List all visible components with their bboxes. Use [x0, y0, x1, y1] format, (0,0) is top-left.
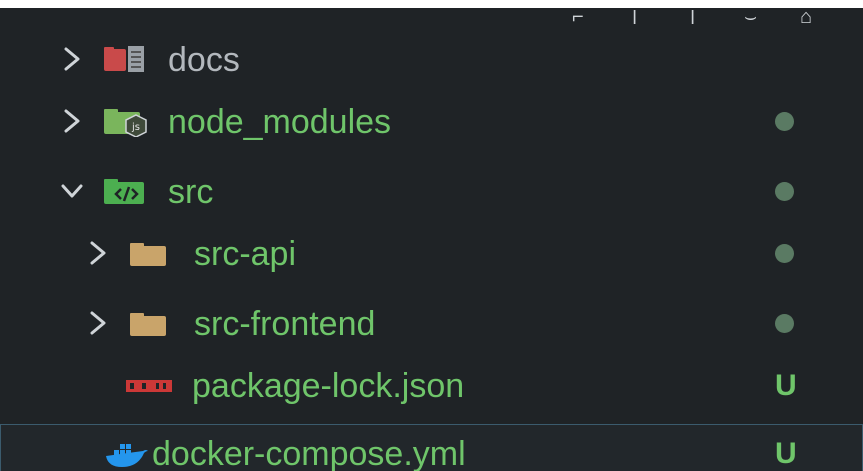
tree-item-docker-compose-yml[interactable]: docker-compose.yml U: [0, 424, 863, 471]
tree-item-src-frontend[interactable]: src-frontend: [0, 294, 863, 356]
node-folder-icon: js: [104, 107, 150, 138]
folder-icon: [130, 239, 176, 269]
new-file-icon[interactable]: ⌐: [572, 10, 600, 24]
git-status-dot: [775, 244, 794, 263]
tree-item-label: src-frontend: [194, 305, 376, 343]
git-status-badge: U: [775, 369, 797, 402]
tree-item-label: docker-compose.yml: [152, 435, 466, 471]
git-status-dot: [775, 314, 794, 333]
chevron-right-icon[interactable]: [86, 308, 110, 338]
tree-item-src[interactable]: src: [0, 162, 863, 224]
chevron-right-icon[interactable]: [60, 44, 84, 74]
folder-icon: [130, 309, 176, 339]
file-explorer: ⌐ | | ⌣ ⌂ docs js node_modulessrc src-api sr…: [0, 8, 863, 471]
docker-icon: [104, 439, 148, 469]
svg-text:js: js: [131, 122, 140, 133]
tree-item-package-lock-json[interactable]: package-lock.json U: [0, 356, 863, 418]
collapse-icon[interactable]: ⌣: [744, 10, 772, 24]
git-status-dot: [775, 112, 794, 131]
git-status-dot: [775, 182, 794, 201]
new-folder-icon[interactable]: |: [632, 10, 660, 24]
tree-item-docs[interactable]: docs: [0, 30, 863, 92]
tree-item-label: src: [168, 173, 214, 211]
src-folder-icon: [104, 177, 150, 207]
chevron-down-icon[interactable]: [60, 176, 84, 206]
tree-item-label: node_modules: [168, 103, 392, 141]
refresh-icon[interactable]: |: [690, 10, 718, 24]
npm-icon: [126, 371, 176, 401]
tree-item-label: src-api: [194, 235, 297, 273]
git-status-badge: U: [775, 437, 797, 470]
tree-item-label: docs: [168, 41, 240, 79]
tree-item-label: package-lock.json: [192, 367, 465, 405]
tree-item-src-api[interactable]: src-api: [0, 224, 863, 286]
chevron-right-icon[interactable]: [60, 106, 84, 136]
more-icon[interactable]: ⌂: [800, 10, 828, 24]
chevron-right-icon[interactable]: [86, 238, 110, 268]
tree-item-node-modules[interactable]: js node_modules: [0, 92, 863, 154]
docs-folder-icon: [104, 45, 150, 75]
